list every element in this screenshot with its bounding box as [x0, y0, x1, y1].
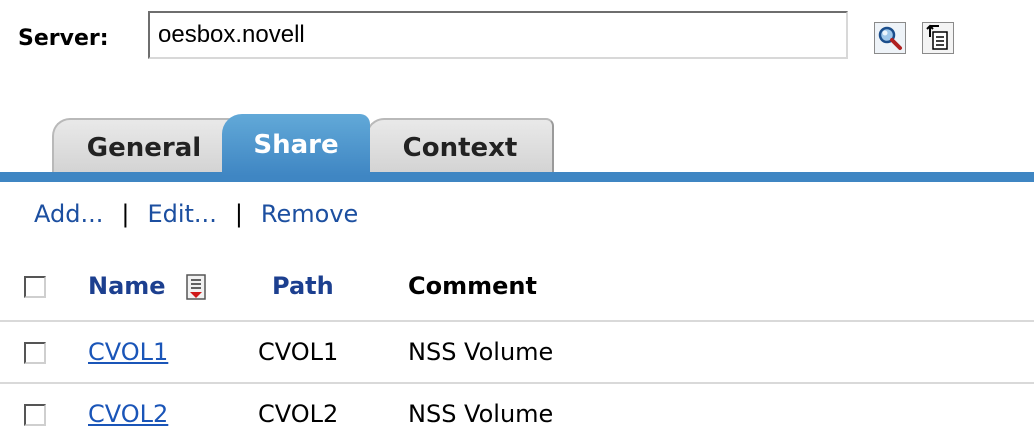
- table-header-row: Name Path Comment: [0, 256, 1034, 318]
- remove-link[interactable]: Remove: [261, 200, 358, 228]
- tab-general-label: General: [86, 133, 202, 163]
- share-properties-page: Server: General Context Share: [0, 0, 1034, 443]
- server-input[interactable]: [148, 11, 848, 59]
- magnifier-icon[interactable]: [874, 22, 906, 54]
- row-checkbox[interactable]: [24, 342, 46, 364]
- tab-share-label: Share: [253, 130, 339, 160]
- share-name-link[interactable]: CVOL2: [88, 400, 168, 428]
- column-header-comment: Comment: [408, 272, 537, 300]
- column-header-path[interactable]: Path: [272, 272, 334, 300]
- tab-general[interactable]: General: [52, 118, 236, 176]
- tab-share[interactable]: Share: [222, 114, 370, 176]
- object-browser-icon[interactable]: [922, 22, 954, 54]
- add-link[interactable]: Add...: [34, 200, 103, 228]
- tab-context[interactable]: Context: [366, 118, 554, 176]
- action-separator: |: [234, 200, 243, 228]
- tab-strip: General Context Share: [0, 110, 1034, 178]
- tab-context-label: Context: [402, 133, 518, 163]
- select-all-checkbox[interactable]: [24, 276, 46, 298]
- edit-link[interactable]: Edit...: [147, 200, 216, 228]
- action-separator: |: [121, 200, 130, 228]
- row-checkbox[interactable]: [24, 404, 46, 426]
- share-path: CVOL2: [258, 400, 339, 428]
- table-row: CVOL1 CVOL1 NSS Volume: [0, 322, 1034, 384]
- table-row: CVOL2 CVOL2 NSS Volume: [0, 384, 1034, 443]
- action-links: Add... | Edit... | Remove: [34, 200, 358, 228]
- tab-content-bar: [0, 172, 1034, 182]
- share-comment: NSS Volume: [408, 338, 554, 366]
- share-comment: NSS Volume: [408, 400, 554, 428]
- share-name-link[interactable]: CVOL1: [88, 338, 168, 366]
- share-path: CVOL1: [258, 338, 339, 366]
- column-header-name[interactable]: Name: [88, 272, 166, 300]
- server-label: Server:: [18, 26, 109, 51]
